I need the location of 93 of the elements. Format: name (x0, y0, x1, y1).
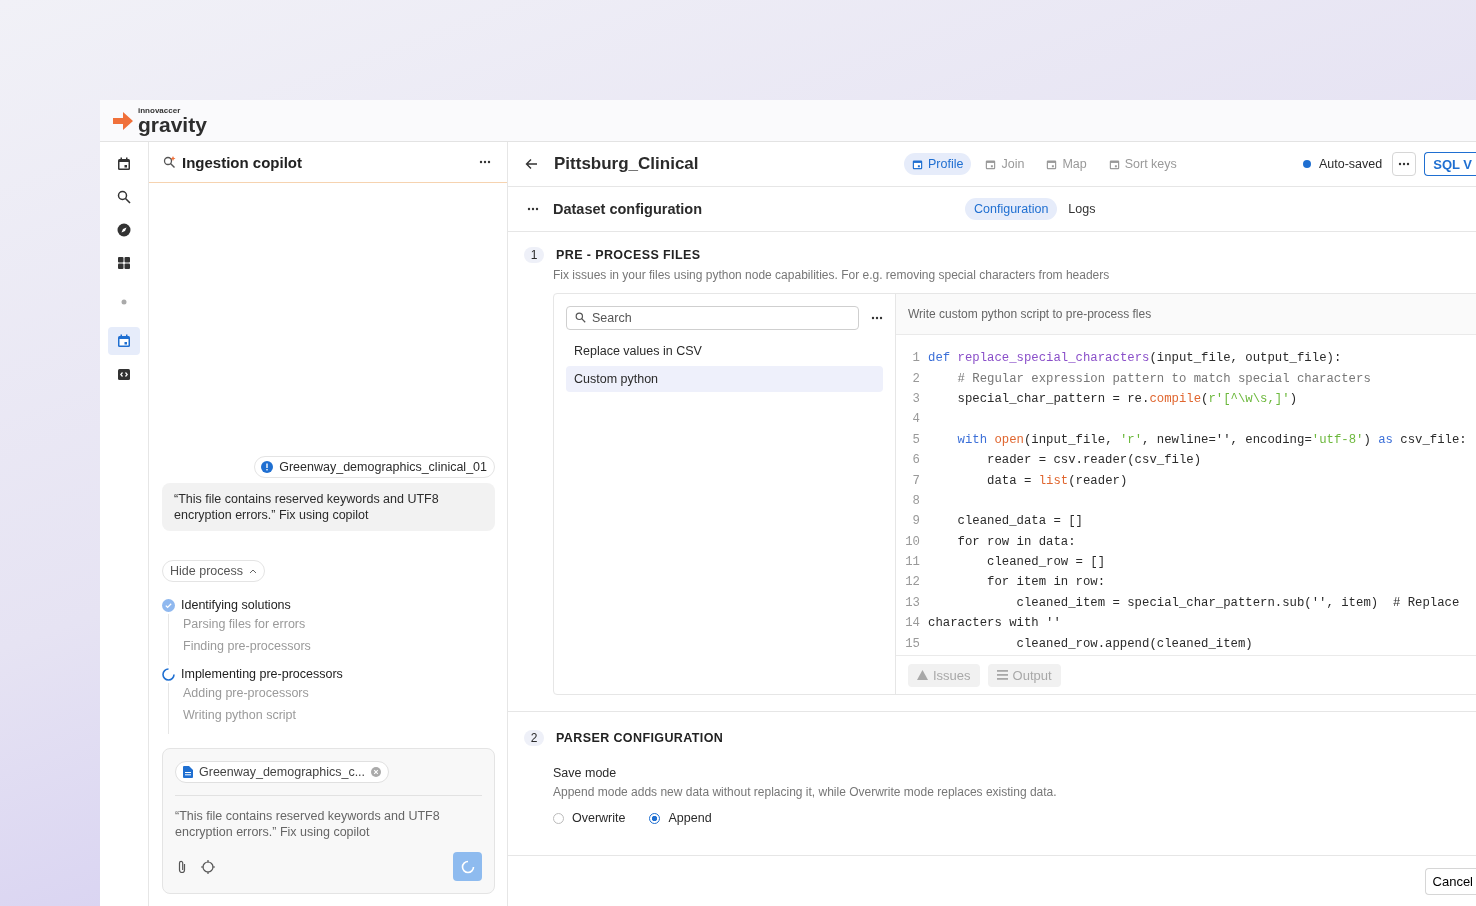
view-tab[interactable]: Sort keys (1100, 153, 1185, 175)
code-line: # Regular expression pattern to match special characters (956, 371, 1371, 386)
calendar-icon (1108, 158, 1120, 170)
cancel-button[interactable]: Cancel (1424, 867, 1476, 895)
more-icon[interactable] (871, 316, 883, 320)
alert-icon (261, 461, 274, 473)
back-arrow-icon[interactable] (525, 158, 538, 170)
line-number: 11 (904, 555, 921, 570)
line-number: 10 (904, 534, 921, 549)
message-input[interactable]: “This file contains reserved keywords and UTF8 encryption errors.” Fix using copilot (175, 808, 482, 840)
substep-label: Finding pre-processors (183, 639, 312, 653)
panel-title: Ingestion copilot (182, 153, 303, 171)
line-number: 3 (911, 391, 921, 406)
substep-label: Adding pre-processors (183, 686, 310, 700)
calendar-icon (117, 334, 131, 348)
view-tab[interactable]: Profile (904, 153, 972, 175)
line-number: 9 (911, 514, 921, 529)
code-line: cleaned_item = special_char_pattern.sub('', item) # Replace (1015, 595, 1460, 610)
processor-item[interactable]: Custom python (566, 366, 883, 392)
line-number: 14 (904, 616, 921, 631)
code-icon (117, 367, 131, 381)
line-number: 12 (904, 575, 921, 590)
chevron-up-icon (248, 568, 257, 574)
more-icon (479, 160, 491, 164)
field-description: Append mode adds new data without replacing it, while Overwrite mode replaces existing data. (553, 785, 1058, 799)
search-field[interactable]: Search (566, 306, 859, 330)
document-icon (183, 766, 193, 778)
code-line: reader = csv.reader(csv_file) (986, 453, 1202, 468)
line-number: 13 (904, 595, 921, 610)
file-name: Greenway_demographics_clinical_01 (279, 460, 487, 474)
line-number: 15 (904, 636, 921, 651)
search-icon (575, 312, 586, 323)
section-description: Fix issues in your files using python node capabilities. For e.g. removing special characters from headers (553, 268, 1111, 282)
attachment-name: Greenway_demographics_c... (199, 765, 366, 779)
search-icon (117, 190, 131, 204)
step-label: Implementing pre-processors (181, 667, 343, 681)
line-number: 7 (911, 473, 921, 488)
sparkle-search-icon (163, 155, 177, 169)
save-status: Auto-saved (1319, 157, 1383, 171)
dataset-title: Pittsburg_Clinical (554, 154, 700, 174)
line-number: 6 (911, 453, 921, 468)
code-line: cleaned_row = [] (986, 555, 1106, 570)
code-line: data = list(reader) (986, 473, 1128, 488)
user-message: “This file contains reserved keywords and UTF8 encryption errors.” Fix using copilot (162, 483, 495, 531)
status-dot (1303, 160, 1311, 168)
view-tab[interactable]: Join (977, 153, 1033, 175)
config-tab[interactable]: Configuration (965, 198, 1058, 220)
calendar-icon (117, 157, 131, 171)
code-line: for row in data: (956, 534, 1076, 549)
line-number: 4 (911, 412, 921, 427)
save-mode-radio[interactable]: Overwrite (553, 811, 626, 825)
editor-title: Write custom python script to pre-process fles (908, 307, 1152, 321)
calendar-icon (1046, 158, 1058, 170)
step-label: Identifying solutions (181, 598, 291, 612)
calendar-icon (985, 158, 997, 170)
line-number: 1 (911, 351, 921, 366)
hide-process-button[interactable]: Hide process (162, 560, 265, 582)
code-line: for item in row: (986, 575, 1106, 590)
code-line: with open(input_file, 'r', newline='', encoding='utf-8') as csv_file: (956, 432, 1467, 447)
section-title: Dataset configuration (553, 201, 704, 217)
line-number: 2 (911, 371, 921, 386)
field-label: Save mode (553, 766, 618, 780)
paperclip-icon[interactable] (177, 859, 187, 874)
sql-view-button[interactable]: SQL V (1424, 152, 1476, 176)
code-line: special_char_pattern = re.compile(r'[^\w\s,]') (956, 391, 1297, 406)
more-icon (1398, 162, 1411, 166)
company-name: innovaccer (138, 106, 182, 115)
code-line: def replace_special_characters(input_file, output_file): (928, 351, 1342, 366)
list-icon (996, 670, 1008, 680)
spinner-icon (460, 859, 475, 874)
step-number: 1 (524, 247, 544, 263)
code-line: cleaned_data = [] (956, 514, 1083, 529)
section-heading: PARSER CONFIGURATION (556, 731, 724, 745)
config-tab[interactable]: Logs (1059, 198, 1105, 220)
substep-label: Parsing files for errors (183, 617, 307, 631)
line-number: 5 (911, 432, 921, 447)
grid-icon (117, 256, 131, 270)
dot-icon (121, 299, 127, 305)
section-heading: PRE - PROCESS FILES (556, 248, 701, 262)
target-icon[interactable] (201, 859, 215, 874)
warning-icon (917, 670, 928, 680)
view-tab[interactable]: Map (1038, 153, 1095, 175)
product-name: gravity (138, 113, 207, 135)
compass-icon (117, 223, 131, 237)
calendar-icon (912, 158, 923, 170)
step-number: 2 (524, 730, 544, 746)
more-icon[interactable] (527, 207, 539, 211)
processor-item[interactable]: Replace values in CSV (566, 338, 883, 364)
substep-label: Writing python script (183, 708, 297, 722)
code-line: cleaned_row.append(cleaned_item) (1015, 636, 1253, 651)
line-number: 8 (911, 493, 921, 508)
save-mode-radio[interactable]: Append (649, 811, 712, 825)
code-line: characters with '' (928, 616, 1061, 631)
